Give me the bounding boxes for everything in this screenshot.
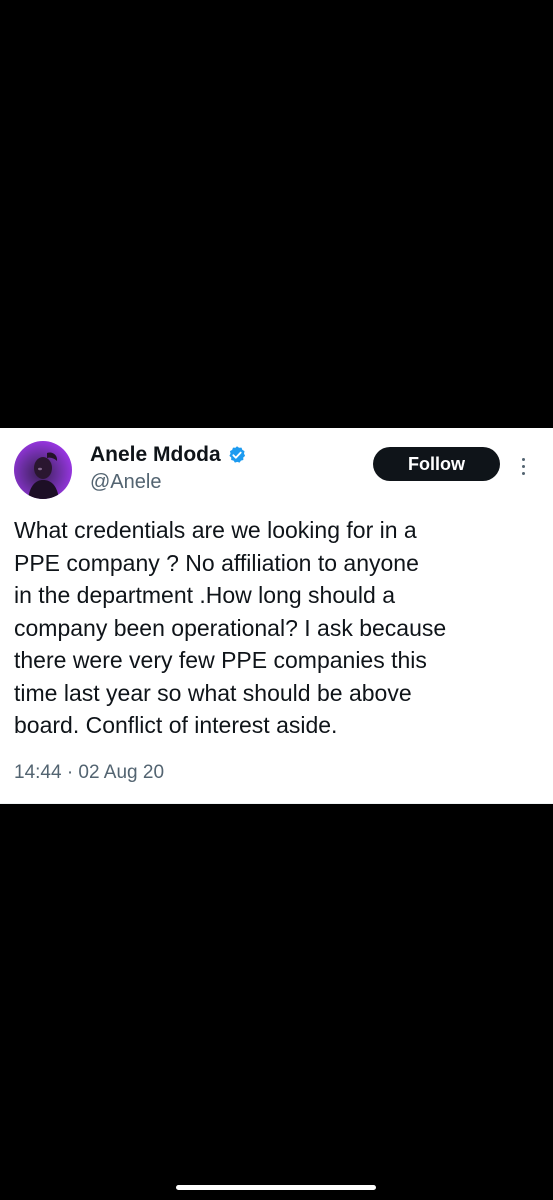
display-name-text[interactable]: Anele Mdoda <box>90 443 221 467</box>
tweet-text-line: in the department .How long should a <box>14 582 396 608</box>
author-handle[interactable]: @Anele <box>90 471 161 494</box>
screenshot-screen: Anele Mdoda @Anele Follow What credentia… <box>0 0 553 1200</box>
avatar-image <box>28 452 59 499</box>
tweet-timestamp[interactable]: 14:44 · 02 Aug 20 <box>14 762 164 784</box>
more-options-icon[interactable] <box>513 452 533 480</box>
tweet-text-line: company been operational? I ask because <box>14 614 447 641</box>
card-divider <box>0 803 553 804</box>
tweet-text-line: What credentials are we looking for in a <box>14 517 417 543</box>
tweet-text-line: board. Conflict of interest aside. <box>14 712 338 738</box>
avatar[interactable] <box>14 441 72 499</box>
tweet-text-line: PPE company ? No affiliation to anyone <box>14 549 419 576</box>
tweet-text-line: there were very few PPE companies this <box>14 647 427 673</box>
tweet-card[interactable]: Anele Mdoda @Anele Follow What credentia… <box>0 428 553 804</box>
more-dot <box>521 471 525 475</box>
verified-badge-icon <box>227 445 247 465</box>
tweet-text-line: time last year so what should be above <box>14 679 412 706</box>
more-dot <box>521 457 525 461</box>
more-dot <box>521 464 525 468</box>
tweet-text: What credentials are we looking for in a… <box>14 514 544 742</box>
home-indicator[interactable] <box>176 1185 376 1190</box>
follow-button[interactable]: Follow <box>373 447 500 481</box>
author-display-name[interactable]: Anele Mdoda <box>90 443 247 467</box>
